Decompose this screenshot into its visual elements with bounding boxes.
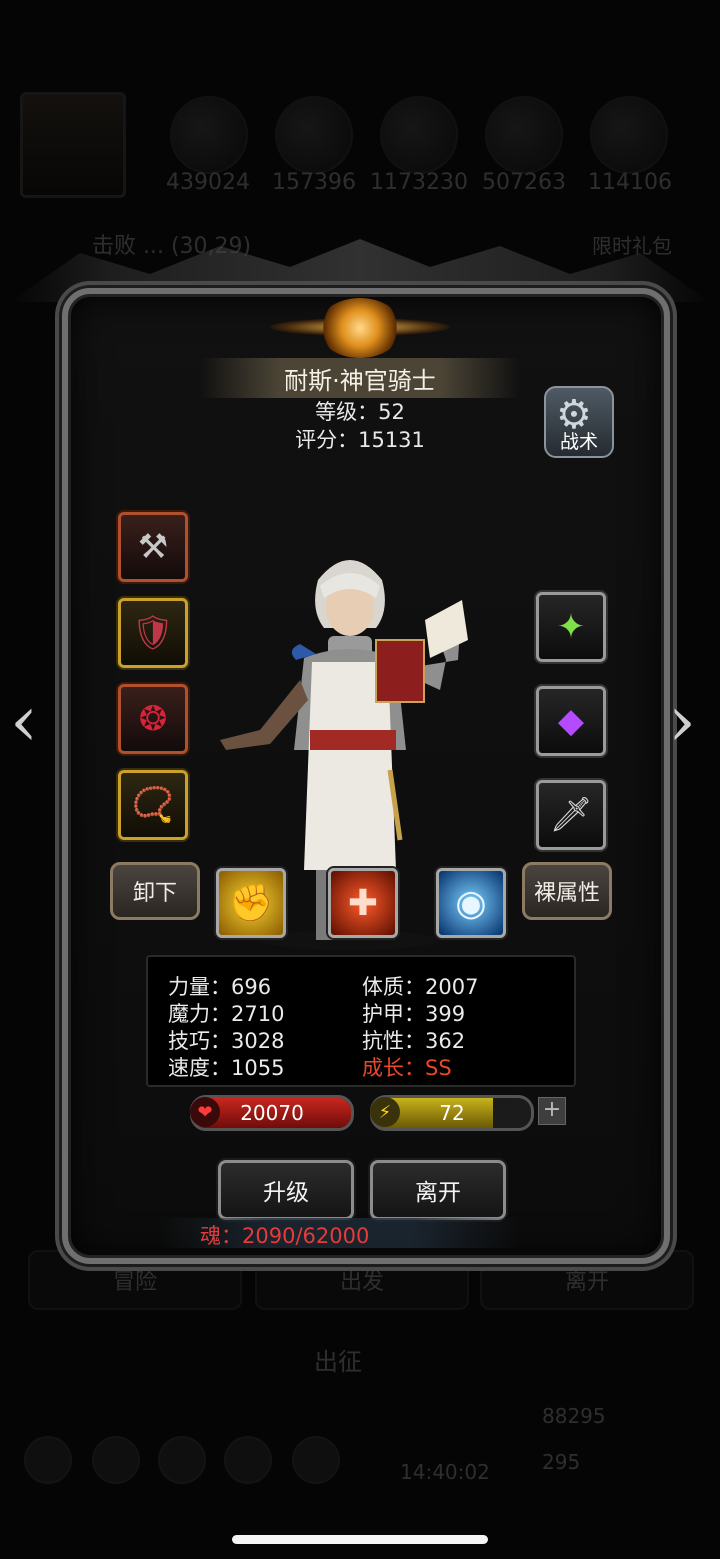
resource-value: 157396 <box>272 170 356 195</box>
hero-level: 等级：52 <box>315 400 405 424</box>
stat-constitution: 体质：2007 <box>362 975 479 999</box>
dagger-icon: 🗡 <box>549 795 593 835</box>
fist-icon: ✊ <box>228 883 274 924</box>
stats-panel: 力量：696 魔力：2710 技巧：3028 速度：1055 体质：2007 护… <box>146 955 576 1087</box>
red-cross-icon: ✚ <box>347 882 379 924</box>
equip-slot-armor[interactable]: 🛡 <box>118 598 188 668</box>
bottom-nav-icon <box>292 1436 340 1484</box>
tactic-label: 战术 <box>559 431 598 453</box>
stat-skill: 技巧：3028 <box>168 1029 285 1053</box>
resource-value: 1173230 <box>370 170 468 195</box>
currency-value: 88295 <box>542 1404 606 1428</box>
player-avatar <box>20 92 126 198</box>
skill-slot-3[interactable]: ◉ <box>436 868 506 938</box>
purple-gem-icon: ◆ <box>557 701 585 741</box>
leave-button[interactable]: 离开 <box>370 1160 506 1220</box>
equip-slot-relic[interactable]: ✦ <box>536 592 606 662</box>
currency-value: 295 <box>542 1450 581 1474</box>
hero-name: 耐斯·神官骑士 <box>200 358 520 398</box>
soul-counter: 魂：2090/62000 <box>200 1224 370 1248</box>
bottom-nav-icon <box>158 1436 206 1484</box>
upgrade-button[interactable]: 升级 <box>218 1160 354 1220</box>
stat-magic: 魔力：2710 <box>168 1002 285 1026</box>
equip-slot-necklace[interactable]: 📿 <box>118 770 188 840</box>
stat-growth: 成长：SS <box>362 1056 452 1080</box>
bare-stats-button[interactable]: 裸属性 <box>522 862 612 920</box>
resource-icon <box>275 96 353 174</box>
limited-gift-button: 限时礼包 <box>592 234 672 258</box>
resource-icon <box>380 96 458 174</box>
eye-icon: ◉ <box>455 882 487 924</box>
necklace-icon: 📿 <box>131 785 175 825</box>
previous-hero-arrow[interactable]: ‹ <box>10 680 38 762</box>
stat-strength: 力量：696 <box>168 975 272 999</box>
bottom-nav-icon <box>92 1436 140 1484</box>
resource-icon <box>590 96 668 174</box>
stat-resistance: 抗性：362 <box>362 1029 466 1053</box>
green-relic-icon: ✦ <box>556 607 586 647</box>
skill-slot-1[interactable]: ✊ <box>216 868 286 938</box>
next-hero-arrow[interactable]: › <box>668 680 696 762</box>
equip-slot-gem[interactable]: ◆ <box>536 686 606 756</box>
bottom-nav-icon <box>24 1436 72 1484</box>
stat-speed: 速度：1055 <box>168 1056 285 1080</box>
resource-icon <box>170 96 248 174</box>
hammer-icon: ⚒ <box>137 527 169 567</box>
add-energy-button[interactable]: + <box>538 1097 566 1125</box>
equip-slot-dagger[interactable]: 🗡 <box>536 780 606 850</box>
bottom-nav-icon <box>224 1436 272 1484</box>
heart-icon: ❤ <box>190 1097 220 1127</box>
equip-slot-weapon[interactable]: ⚒ <box>118 512 188 582</box>
equip-slot-amulet[interactable]: ❂ <box>118 684 188 754</box>
skill-slot-2[interactable]: ✚ <box>328 868 398 938</box>
lightning-icon: ⚡ <box>370 1097 400 1127</box>
unequip-button[interactable]: 卸下 <box>110 862 200 920</box>
class-emblem-icon <box>318 298 402 358</box>
chest-armor-icon: 🛡 <box>131 613 175 653</box>
stat-armor: 护甲：399 <box>362 1002 466 1026</box>
resource-icon <box>485 96 563 174</box>
tactic-button[interactable]: ⚙ 战术 <box>544 386 614 458</box>
home-indicator[interactable] <box>232 1535 488 1544</box>
expedition-label: 出征 <box>314 1348 362 1376</box>
resource-value: 114106 <box>588 170 672 195</box>
resource-value: 439024 <box>166 170 250 195</box>
timer-text: 14:40:02 <box>400 1460 490 1484</box>
resource-value: 507263 <box>482 170 566 195</box>
red-amulet-icon: ❂ <box>138 699 168 739</box>
hero-score: 评分：15131 <box>295 428 425 452</box>
